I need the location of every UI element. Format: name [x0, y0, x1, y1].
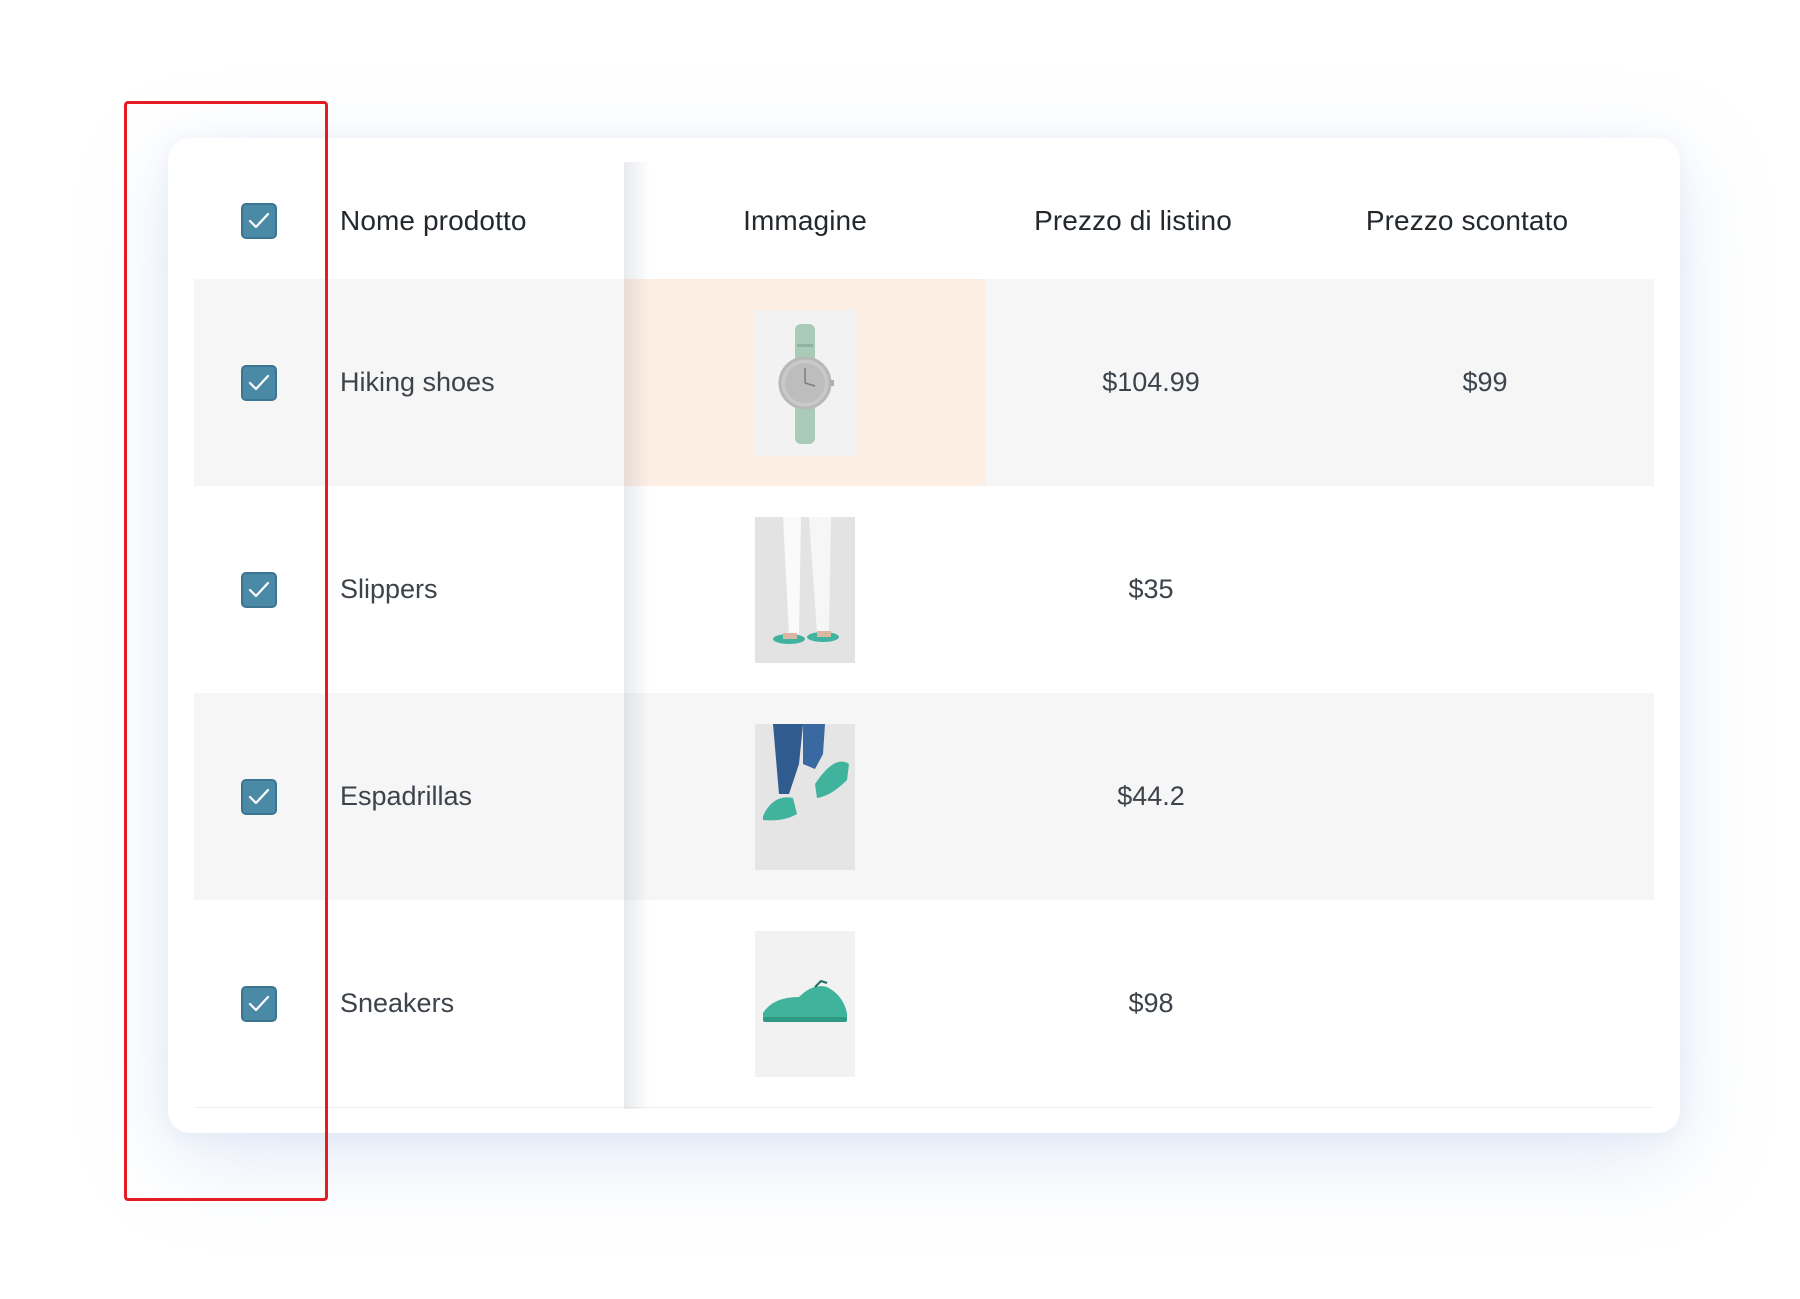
espadrilles-image	[755, 723, 855, 870]
product-image-cell[interactable]	[624, 279, 986, 486]
table-row: Slippers $35	[194, 486, 1654, 693]
list-price: $44.2	[1117, 781, 1185, 811]
table-row: Espadrillas $44.2	[194, 693, 1654, 900]
product-name-cell[interactable]: Espadrillas	[324, 693, 624, 900]
list-price: $104.99	[1102, 367, 1200, 397]
product-name-cell[interactable]: Slippers	[324, 486, 624, 693]
table-row: Sneakers $98	[194, 900, 1654, 1108]
header-list-price-label: Prezzo di listino	[1034, 204, 1232, 236]
header-image[interactable]: Immagine	[624, 162, 986, 279]
list-price: $35	[1128, 574, 1174, 604]
checkbox-column-highlight	[124, 101, 328, 1201]
table-row: Hiking shoes $104.99 $99	[194, 279, 1654, 486]
header-list-price[interactable]: Prezzo di listino	[986, 162, 1316, 279]
product-name-cell[interactable]: Sneakers	[324, 900, 624, 1107]
list-price: $98	[1128, 988, 1174, 1018]
list-price-cell[interactable]: $98	[986, 900, 1316, 1107]
discount-price-cell[interactable]	[1316, 900, 1654, 1107]
header-name[interactable]: Nome prodotto	[324, 162, 624, 279]
header-name-label: Nome prodotto	[340, 204, 527, 236]
discount-price-cell[interactable]	[1316, 693, 1654, 900]
products-table: Nome prodotto Immagine Prezzo di listino…	[194, 162, 1654, 1109]
product-name: Espadrillas	[340, 781, 473, 811]
list-price-cell[interactable]: $104.99	[986, 279, 1316, 486]
product-name: Sneakers	[340, 988, 455, 1018]
product-name: Slippers	[340, 574, 438, 604]
product-name-cell[interactable]: Hiking shoes	[324, 279, 624, 486]
discount-price-cell[interactable]: $99	[1316, 279, 1654, 486]
discount-price-cell[interactable]	[1316, 486, 1654, 693]
products-table-card: Nome prodotto Immagine Prezzo di listino…	[168, 138, 1680, 1133]
header-image-label: Immagine	[743, 204, 867, 236]
slippers-image	[755, 516, 855, 663]
product-name: Hiking shoes	[340, 367, 495, 397]
header-discount-price[interactable]: Prezzo scontato	[1316, 162, 1654, 279]
list-price-cell[interactable]: $35	[986, 486, 1316, 693]
discount-price: $99	[1462, 367, 1508, 397]
header-discount-price-label: Prezzo scontato	[1365, 204, 1569, 236]
product-image-cell[interactable]	[624, 900, 986, 1107]
watch-image	[755, 309, 855, 456]
table-header-row: Nome prodotto Immagine Prezzo di listino…	[194, 162, 1654, 279]
product-image-cell[interactable]	[624, 693, 986, 900]
list-price-cell[interactable]: $44.2	[986, 693, 1316, 900]
product-image-cell[interactable]	[624, 486, 986, 693]
sneaker-image	[755, 930, 855, 1077]
